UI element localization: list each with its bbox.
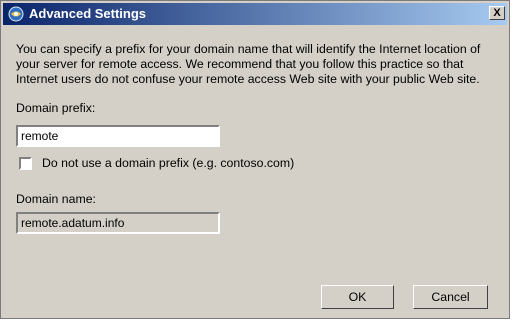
window-title: Advanced Settings <box>29 6 147 21</box>
domain-prefix-input[interactable]: remote <box>16 125 220 147</box>
ok-button[interactable]: OK <box>321 285 394 309</box>
domain-prefix-label: Domain prefix: <box>16 101 96 115</box>
close-button[interactable]: X <box>489 6 505 20</box>
domain-name-label: Domain name: <box>16 192 96 206</box>
description-text: You can specify a prefix for your domain… <box>16 42 481 86</box>
app-icon <box>8 6 24 22</box>
no-prefix-checkbox-label[interactable]: Do not use a domain prefix (e.g. contoso… <box>42 156 294 170</box>
cancel-button[interactable]: Cancel <box>413 285 488 309</box>
title-bar[interactable]: Advanced Settings X <box>3 3 507 25</box>
domain-name-field: remote.adatum.info <box>16 212 220 234</box>
advanced-settings-dialog: Advanced Settings X You can specify a pr… <box>0 0 510 319</box>
no-prefix-checkbox[interactable] <box>19 157 32 170</box>
